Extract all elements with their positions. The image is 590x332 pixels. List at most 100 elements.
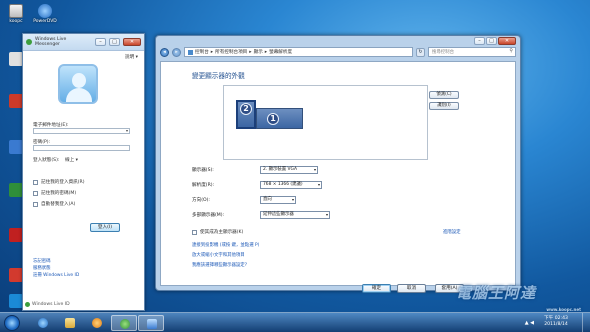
monitor-number-badge: 1 (267, 113, 279, 125)
app-icon (9, 228, 23, 242)
ie-icon (38, 318, 48, 328)
show-desktop-button[interactable] (582, 313, 590, 332)
control-panel-icon (188, 49, 193, 55)
breadcrumb-item[interactable]: 顯示 (254, 49, 263, 55)
monitor-number-badge: 2 (240, 103, 252, 115)
taskbar: ▲ ◀ 下午 02:43 2011/8/14 (0, 312, 590, 332)
messenger-icon (120, 319, 130, 329)
breadcrumb[interactable]: 控制台 ▸ 所有控制台項目 ▸ 顯示 ▸ 螢幕解析度 (184, 47, 413, 57)
brand-label: Windows Live ID (32, 302, 70, 307)
email-field[interactable]: ▾ (33, 128, 130, 134)
forward-button[interactable]: ▸ (172, 47, 181, 57)
powerdvd-icon (38, 4, 52, 18)
taskbar-ie[interactable] (30, 315, 56, 331)
monitor-1[interactable]: 1 (256, 108, 303, 129)
search-placeholder: 搜尋控制台 (432, 50, 454, 55)
content-pane: 變更顯示器的外觀 1 2 偵測(C) 識別(I) 顯示器(S): 2. 顯示裝置… (160, 61, 516, 293)
ok-button[interactable]: 確定 (362, 284, 391, 293)
monitor-2[interactable]: 2 (236, 100, 256, 129)
forgot-password-link[interactable]: 忘記密碼 (33, 258, 51, 264)
folder-icon (65, 318, 75, 328)
chevron-down-icon: ▾ (125, 128, 128, 133)
media-player-icon (92, 318, 102, 328)
notification-tray[interactable]: ▲ ◀ (525, 320, 534, 326)
close-button[interactable]: ✕ (498, 37, 516, 45)
control-panel-icon (147, 319, 157, 329)
breadcrumb-item[interactable]: 所有控制台項目 (215, 49, 247, 55)
site-watermark: 電腦王阿達 www.koopc.net (456, 282, 581, 312)
minimize-button[interactable]: – (474, 37, 485, 45)
remember-password-checkbox[interactable]: 記住我的密碼(M) (33, 190, 76, 196)
control-panel-window: – □ ✕ ◂ ▸ 控制台 ▸ 所有控制台項目 ▸ 顯示 ▸ 螢幕解析度 ↻ 搜尋控制… (155, 35, 521, 293)
orientation-label: 方向(O): (192, 198, 210, 203)
clock-date: 2011/8/14 (544, 322, 568, 327)
advanced-settings-link[interactable]: 進階設定 (443, 229, 461, 235)
back-button[interactable]: ◂ (160, 47, 169, 57)
avatar[interactable] (58, 64, 98, 104)
multiple-displays-label: 多部顯示器(M): (192, 213, 225, 218)
cancel-button[interactable]: 取消 (397, 284, 426, 293)
taskbar-messenger[interactable] (111, 315, 137, 331)
main-display-checkbox[interactable]: 使其成為主顯示器(K) (192, 229, 243, 235)
service-status-link[interactable]: 服務狀態 (33, 265, 51, 271)
search-input[interactable]: 搜尋控制台 ⚲ (428, 47, 516, 57)
orientation-select[interactable]: 直向 ▾ (260, 196, 296, 204)
text-size-link[interactable]: 放大或縮小文字和其他項目 (192, 252, 245, 258)
clock[interactable]: 下午 02:43 2011/8/14 (538, 316, 574, 328)
display-select[interactable]: 2. 顯示裝置 VGA ▾ (260, 166, 318, 174)
option-label: 記住我的登入資訊(R) (41, 180, 85, 185)
page-title: 變更顯示器的外觀 (192, 72, 245, 80)
resolution-select[interactable]: 768 × 1366 (建議) ▾ (260, 181, 322, 189)
app-icon (9, 268, 23, 282)
chevron-down-icon: ▾ (313, 167, 316, 172)
start-button[interactable] (4, 315, 20, 331)
option-label: 使其成為主顯示器(K) (200, 230, 244, 235)
desktop-icon-powerdvd[interactable]: PowerDVD (33, 4, 57, 24)
auto-signin-checkbox[interactable]: 自動替我登入(A) (33, 201, 75, 207)
remember-me-checkbox[interactable]: 記住我的登入資訊(R) (33, 179, 85, 185)
messenger-window: Windows Live Messenger – □ ✕ 說明 ▾ 電子郵件地址… (22, 33, 145, 311)
chevron-down-icon: ▾ (317, 182, 320, 187)
chevron-down-icon: ▾ (291, 197, 294, 202)
maximize-button[interactable]: □ (109, 38, 120, 46)
chevron-down-icon: ▾ (325, 212, 328, 217)
app-icon (9, 52, 23, 66)
taskbar-media-player[interactable] (84, 315, 110, 331)
display-help-link[interactable]: 我應該選擇哪些顯示器設定? (192, 262, 247, 268)
windows-live-id-brand: Windows Live ID (25, 302, 70, 307)
option-label: 記住我的密碼(M) (41, 191, 77, 196)
taskbar-control-panel[interactable] (138, 315, 164, 331)
app-icon (9, 94, 23, 108)
windows-live-logo-icon (25, 302, 30, 307)
messenger-title: Windows Live Messenger (35, 37, 67, 47)
app-icon (9, 140, 23, 154)
app-icon (9, 183, 23, 197)
breadcrumb-item[interactable]: 控制台 (195, 49, 209, 55)
maximize-button[interactable]: □ (486, 37, 497, 45)
option-label: 自動替我登入(A) (41, 202, 76, 207)
identify-button[interactable]: 識別(I) (429, 102, 459, 110)
breadcrumb-item[interactable]: 螢幕解析度 (269, 49, 292, 55)
messenger-titlebar[interactable]: Windows Live Messenger – □ ✕ (23, 34, 144, 51)
search-icon: ⚲ (509, 48, 513, 54)
taskbar-explorer[interactable] (57, 315, 83, 331)
signin-button[interactable]: 登入(I) (90, 223, 120, 232)
status-select[interactable]: 線上 ▾ (65, 157, 78, 163)
minimize-button[interactable]: – (95, 38, 106, 46)
help-menu[interactable]: 說明 ▾ (125, 54, 138, 60)
desktop-icon-computer[interactable]: koopc (4, 4, 28, 24)
desktop-icon-label: koopc (9, 19, 23, 24)
watermark-text: 電腦王阿達 (456, 284, 537, 302)
display-label: 顯示器(S): (192, 168, 214, 173)
close-button[interactable]: ✕ (123, 38, 141, 46)
projector-link[interactable]: 連接到投影機 (或按 鍵，並點選 P) (192, 242, 259, 248)
signup-link[interactable]: 註冊 Windows Live ID (33, 272, 79, 278)
refresh-button[interactable]: ↻ (416, 47, 425, 57)
multiple-displays-select[interactable]: 延伸這些顯示器 ▾ (260, 211, 330, 219)
status-label: 登入狀態(S): (33, 158, 60, 163)
resolution-label: 解析度(R): (192, 183, 215, 188)
desktop-icon-label: PowerDVD (33, 19, 57, 24)
computer-icon (9, 4, 23, 18)
detect-button[interactable]: 偵測(C) (429, 91, 459, 99)
password-field[interactable] (33, 145, 130, 151)
